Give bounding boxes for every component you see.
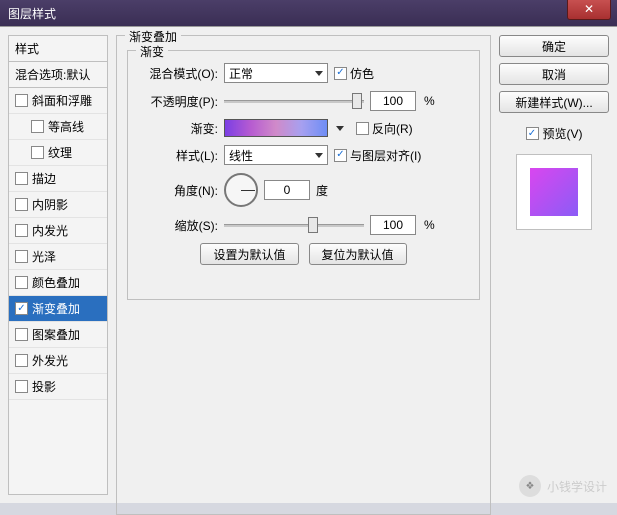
checkbox-icon [15, 302, 28, 315]
style-item-label: 颜色叠加 [32, 274, 80, 291]
checkbox-icon [15, 328, 28, 341]
style-combo[interactable]: 线性 [224, 145, 328, 165]
close-button[interactable]: ✕ [567, 0, 611, 20]
checkbox-icon [15, 224, 28, 237]
style-item-9[interactable]: 图案叠加 [9, 322, 107, 348]
style-item-11[interactable]: 投影 [9, 374, 107, 400]
checkbox-icon [15, 276, 28, 289]
blend-options-row[interactable]: 混合选项:默认 [9, 62, 107, 88]
main-panel: 渐变叠加 渐变 混合模式(O): 正常 仿色 不透明度(P): [116, 35, 491, 515]
chevron-down-icon [315, 71, 323, 76]
align-checkbox[interactable]: 与图层对齐(I) [334, 147, 421, 164]
watermark-text: 小钱学设计 [547, 478, 607, 495]
dialog-body: 样式 混合选项:默认 斜面和浮雕等高线纹理描边内阴影内发光光泽颜色叠加渐变叠加图… [0, 26, 617, 503]
style-item-label: 投影 [32, 378, 56, 395]
style-item-label: 光泽 [32, 248, 56, 265]
ok-button[interactable]: 确定 [499, 35, 609, 57]
angle-label: 角度(N): [140, 182, 218, 199]
percent-label: % [424, 94, 435, 108]
window-title: 图层样式 [8, 5, 56, 22]
style-item-label: 纹理 [48, 144, 72, 161]
checkbox-icon [31, 146, 44, 159]
align-label: 与图层对齐(I) [350, 147, 421, 164]
style-item-label: 外发光 [32, 352, 68, 369]
style-item-label: 内阴影 [32, 196, 68, 213]
reverse-checkbox[interactable]: 反向(R) [356, 120, 413, 137]
reset-default-button[interactable]: 复位为默认值 [309, 243, 407, 265]
checkbox-icon [15, 250, 28, 263]
style-item-label: 描边 [32, 170, 56, 187]
checkbox-icon [15, 380, 28, 393]
dither-checkbox[interactable]: 仿色 [334, 65, 374, 82]
style-item-1[interactable]: 等高线 [9, 114, 107, 140]
checkbox-icon [31, 120, 44, 133]
style-item-8[interactable]: 渐变叠加 [9, 296, 107, 322]
checkbox-icon [15, 94, 28, 107]
style-item-5[interactable]: 内发光 [9, 218, 107, 244]
right-panel: 确定 取消 新建样式(W)... 预览(V) [499, 35, 609, 495]
checkbox-icon [334, 149, 347, 162]
angle-dial[interactable] [224, 173, 258, 207]
blend-mode-label: 混合模式(O): [140, 65, 218, 82]
checkbox-icon [15, 198, 28, 211]
opacity-label: 不透明度(P): [140, 93, 218, 110]
style-item-0[interactable]: 斜面和浮雕 [9, 88, 107, 114]
angle-input[interactable]: 0 [264, 180, 310, 200]
style-item-label: 等高线 [48, 118, 84, 135]
wechat-icon: ❖ [519, 475, 541, 497]
style-item-2[interactable]: 纹理 [9, 140, 107, 166]
preview-swatch [530, 168, 578, 216]
gradient-label: 渐变: [140, 120, 218, 137]
preview-box [516, 154, 592, 230]
watermark: ❖ 小钱学设计 [519, 475, 607, 497]
checkbox-icon [356, 122, 369, 135]
opacity-input[interactable]: 100 [370, 91, 416, 111]
reverse-label: 反向(R) [372, 120, 413, 137]
opacity-slider[interactable] [224, 91, 364, 111]
style-label: 样式(L): [140, 147, 218, 164]
blend-mode-combo[interactable]: 正常 [224, 63, 328, 83]
style-item-label: 斜面和浮雕 [32, 92, 92, 109]
checkbox-icon [15, 172, 28, 185]
preview-checkbox[interactable]: 预览(V) [499, 125, 609, 142]
gradient-picker[interactable] [224, 119, 328, 137]
style-item-label: 图案叠加 [32, 326, 80, 343]
checkbox-icon [334, 67, 347, 80]
style-item-label: 内发光 [32, 222, 68, 239]
style-item-6[interactable]: 光泽 [9, 244, 107, 270]
checkbox-icon [526, 127, 539, 140]
new-style-button[interactable]: 新建样式(W)... [499, 91, 609, 113]
style-item-10[interactable]: 外发光 [9, 348, 107, 374]
chevron-down-icon[interactable] [336, 126, 344, 131]
set-default-button[interactable]: 设置为默认值 [200, 243, 298, 265]
scale-label: 缩放(S): [140, 217, 218, 234]
dither-label: 仿色 [350, 65, 374, 82]
style-item-label: 渐变叠加 [32, 300, 80, 317]
angle-unit: 度 [316, 182, 328, 199]
preview-label: 预览(V) [543, 125, 583, 142]
styles-header: 样式 [9, 36, 107, 62]
scale-input[interactable]: 100 [370, 215, 416, 235]
percent-label: % [424, 218, 435, 232]
checkbox-icon [15, 354, 28, 367]
styles-panel: 样式 混合选项:默认 斜面和浮雕等高线纹理描边内阴影内发光光泽颜色叠加渐变叠加图… [8, 35, 108, 495]
scale-slider[interactable] [224, 215, 364, 235]
titlebar: 图层样式 ✕ [0, 0, 617, 26]
style-item-7[interactable]: 颜色叠加 [9, 270, 107, 296]
cancel-button[interactable]: 取消 [499, 63, 609, 85]
chevron-down-icon [315, 153, 323, 158]
style-item-4[interactable]: 内阴影 [9, 192, 107, 218]
inner-title: 渐变 [136, 43, 168, 60]
blend-mode-value: 正常 [229, 65, 253, 82]
style-item-3[interactable]: 描边 [9, 166, 107, 192]
style-value: 线性 [229, 147, 253, 164]
